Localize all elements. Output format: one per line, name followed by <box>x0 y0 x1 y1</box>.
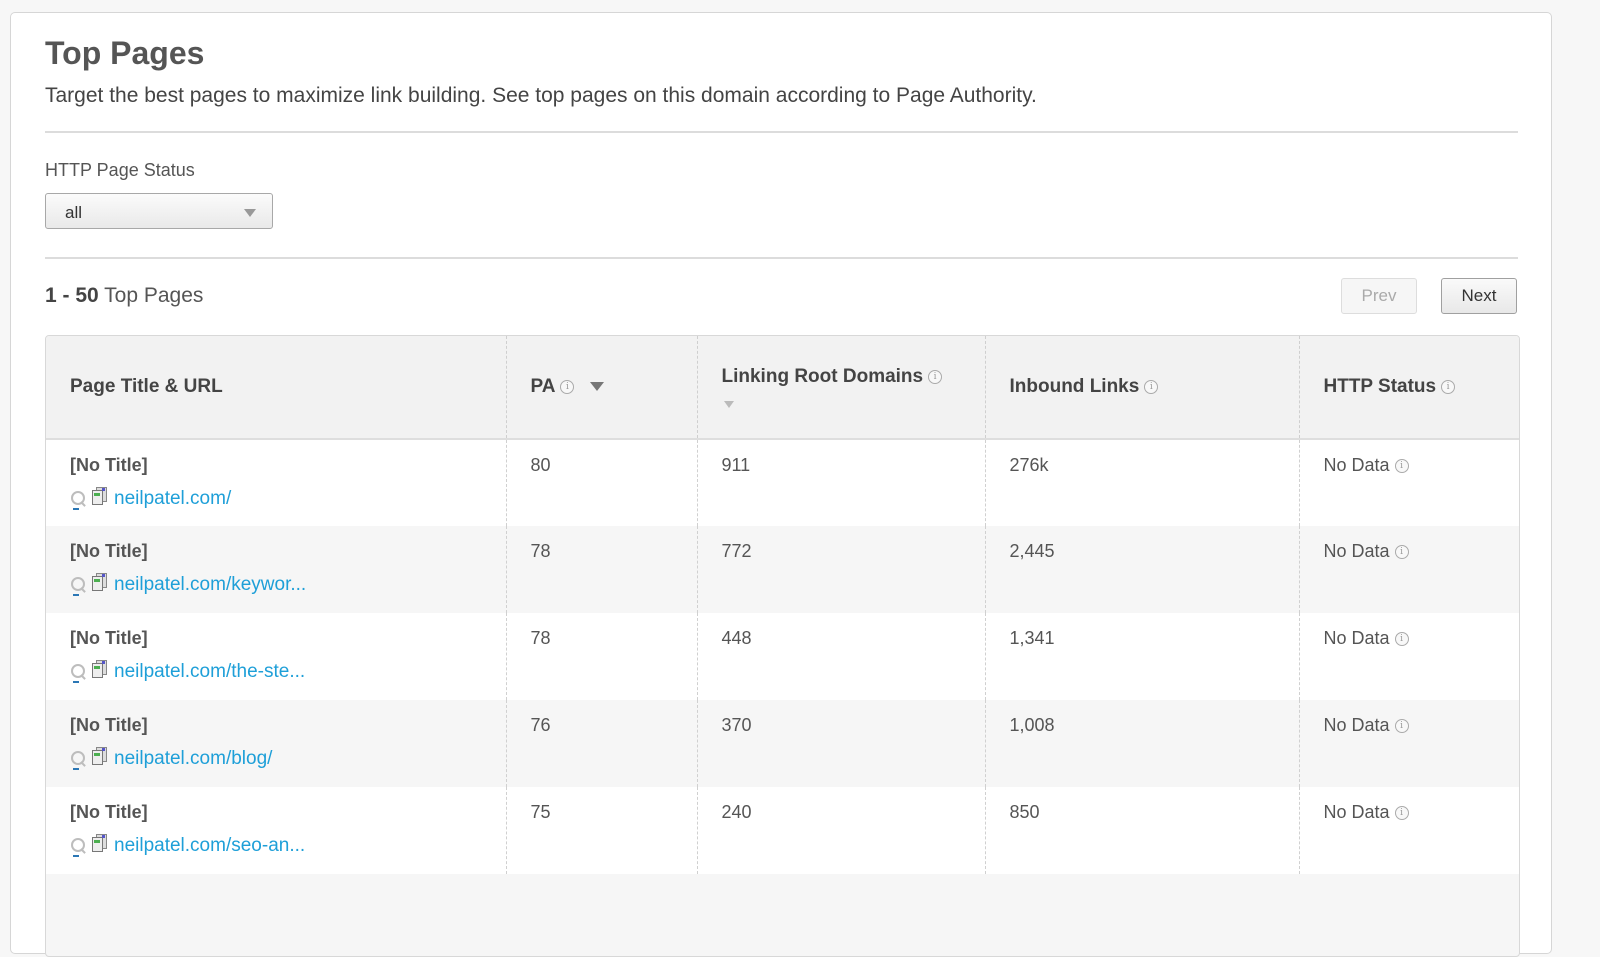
top-pages-table: Page Title & URL PA i Linking Root Domain… <box>45 335 1520 957</box>
column-header-pa[interactable]: PA i <box>505 336 697 440</box>
search-icon[interactable] <box>70 575 86 596</box>
http-status-text: No Data <box>1323 628 1390 648</box>
info-icon[interactable]: i <box>1394 806 1409 821</box>
top-pages-panel: Top Pages Target the best pages to maxim… <box>10 12 1552 957</box>
linking-root-domains-cell: 772 <box>696 526 985 613</box>
page-url-link[interactable]: neilpatel.com/seo-an... <box>114 835 305 857</box>
http-status-cell: No Data i <box>1298 700 1519 787</box>
search-icon[interactable] <box>70 662 86 683</box>
chevron-down-icon <box>244 209 256 217</box>
page-preview-icon[interactable] <box>92 487 107 505</box>
page-title-text: [No Title] <box>70 802 148 822</box>
linking-root-domains-cell: 370 <box>696 700 985 787</box>
http-status-cell: No Data i <box>1298 787 1519 874</box>
http-status-cell: No Data i <box>1298 439 1519 526</box>
page-title-url-cell: [No Title] neilpatel.com/the-ste... <box>46 613 506 700</box>
pa-cell: 78 <box>505 613 697 700</box>
page-url-link[interactable]: neilpatel.com/the-ste... <box>114 661 305 683</box>
pa-cell: 75 <box>505 787 697 874</box>
column-label: HTTP Status <box>1323 376 1437 397</box>
linking-root-domains-cell: 448 <box>696 613 985 700</box>
page-title-url-cell: [No Title] neilpatel.com/ <box>46 439 506 526</box>
info-icon[interactable]: i <box>1144 379 1159 394</box>
divider <box>45 131 1518 133</box>
page-title-url-cell: [No Title] neilpatel.com/seo-an... <box>46 787 506 874</box>
info-icon[interactable]: i <box>928 369 943 384</box>
linking-root-domains-cell: 911 <box>696 439 985 526</box>
pa-cell: 76 <box>505 700 697 787</box>
table-row: [No Title] neilpatel.com/keywor... 78 77… <box>46 526 1519 613</box>
table-row: [No Title] neilpatel.com/the-ste... 78 4… <box>46 613 1519 700</box>
page-title: Top Pages <box>45 35 205 71</box>
http-status-cell: No Data i <box>1298 613 1519 700</box>
page-title-text: [No Title] <box>70 628 148 648</box>
next-button[interactable]: Next <box>1441 278 1517 314</box>
http-status-text: No Data <box>1323 802 1390 822</box>
http-status-text: No Data <box>1323 541 1390 561</box>
column-header-http-status[interactable]: HTTP Status i <box>1298 336 1519 440</box>
info-icon[interactable]: i <box>560 379 575 394</box>
results-count: 1 - 50 Top Pages <box>45 284 203 308</box>
page-title-text: [No Title] <box>70 715 148 735</box>
results-range: 1 - 50 <box>45 284 99 307</box>
page-preview-icon[interactable] <box>92 573 107 591</box>
page-preview-icon[interactable] <box>92 747 107 765</box>
column-header-linking-root-domains[interactable]: Linking Root Domains i <box>696 336 985 440</box>
page-url-link[interactable]: neilpatel.com/keywor... <box>114 574 306 596</box>
page-title-text: [No Title] <box>70 455 148 475</box>
table-header-row: Page Title & URL PA i Linking Root Domain… <box>46 336 1519 440</box>
sort-arrow-icon[interactable] <box>723 401 734 409</box>
inbound-links-cell: 2,445 <box>984 526 1299 613</box>
linking-root-domains-cell: 240 <box>696 787 985 874</box>
page-title-url-cell: [No Title] neilpatel.com/blog/ <box>46 700 506 787</box>
inbound-links-cell: 850 <box>984 787 1299 874</box>
info-icon[interactable]: i <box>1394 719 1409 734</box>
page-url-link[interactable]: neilpatel.com/blog/ <box>114 748 272 770</box>
table-row: [No Title] neilpatel.com/ 80 911 276k No… <box>46 439 1519 526</box>
inbound-links-cell: 1,008 <box>984 700 1299 787</box>
pa-cell: 80 <box>505 439 697 526</box>
column-header-inbound-links[interactable]: Inbound Links i <box>984 336 1299 440</box>
page-preview-icon[interactable] <box>92 834 107 852</box>
column-label: Inbound Links <box>1009 376 1140 397</box>
info-icon[interactable]: i <box>1394 459 1409 474</box>
http-status-text: No Data <box>1323 455 1390 475</box>
search-icon[interactable] <box>70 836 86 857</box>
page-preview-icon[interactable] <box>92 660 107 678</box>
page-title-url-cell: [No Title] neilpatel.com/keywor... <box>46 526 506 613</box>
divider <box>45 257 1518 259</box>
inbound-links-cell: 1,341 <box>984 613 1299 700</box>
http-status-select[interactable]: all <box>45 193 273 229</box>
results-label: Top Pages <box>104 284 204 307</box>
table-row: [No Title] neilpatel.com/seo-an... 75 24… <box>46 787 1519 874</box>
pa-cell: 78 <box>505 526 697 613</box>
http-status-select-value: all <box>65 203 83 222</box>
info-icon[interactable]: i <box>1394 545 1409 560</box>
http-status-text: No Data <box>1323 715 1390 735</box>
info-icon[interactable]: i <box>1441 379 1456 394</box>
column-header-page-title[interactable]: Page Title & URL <box>46 336 506 440</box>
http-status-cell: No Data i <box>1298 526 1519 613</box>
table-row: [No Title] neilpatel.com/blog/ 76 370 1,… <box>46 700 1519 787</box>
sort-desc-icon[interactable] <box>590 382 605 392</box>
column-label: PA <box>530 376 556 397</box>
page-url-link[interactable]: neilpatel.com/ <box>114 488 231 510</box>
prev-button[interactable]: Prev <box>1341 278 1417 314</box>
inbound-links-cell: 276k <box>984 439 1299 526</box>
page-subtitle: Target the best pages to maximize link b… <box>45 84 1037 107</box>
column-label: Linking Root Domains <box>721 366 924 387</box>
info-icon[interactable]: i <box>1394 632 1409 647</box>
page-title-text: [No Title] <box>70 541 148 561</box>
http-status-filter-label: HTTP Page Status <box>45 160 195 180</box>
search-icon[interactable] <box>70 749 86 770</box>
column-label: Page Title & URL <box>70 376 223 397</box>
search-icon[interactable] <box>70 489 86 510</box>
